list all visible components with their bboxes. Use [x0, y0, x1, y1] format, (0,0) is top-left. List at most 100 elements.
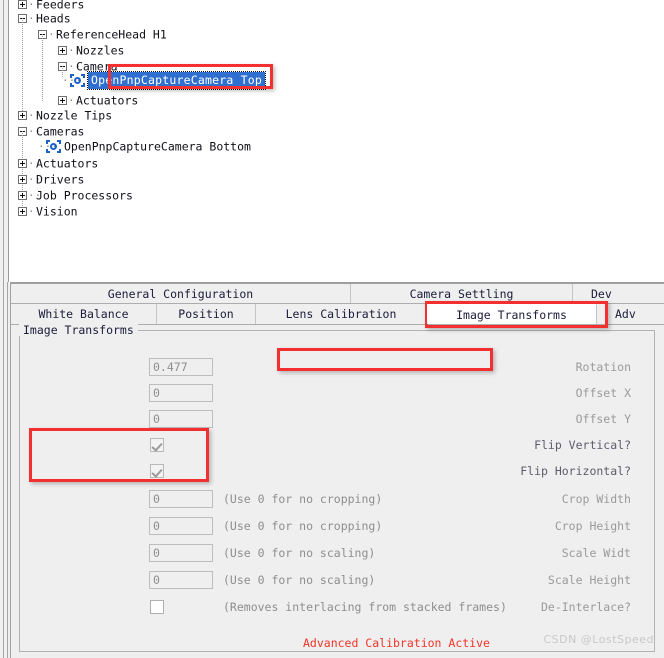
field-row-flip-vertical: Flip Vertical? — [11, 434, 631, 456]
camera-settings-panel: General Configuration Camera Settling De… — [0, 282, 664, 658]
tree-item-label: Heads — [36, 11, 71, 26]
plus-box-icon[interactable] — [18, 207, 27, 216]
field-row-crop-height: Crop Height 0 (Use 0 for no cropping) — [11, 515, 631, 537]
offset-x-input[interactable]: 0 — [149, 384, 213, 402]
field-row-offset-x: Offset X 0 — [11, 382, 631, 404]
crop-width-input[interactable]: 0 — [149, 490, 213, 508]
tab-image-transforms[interactable]: Image Transforms — [427, 304, 597, 324]
tree-connector: ··· — [38, 139, 58, 153]
tab-camera-settling[interactable]: Camera Settling — [351, 284, 573, 303]
tab-device-settings[interactable]: Dev — [573, 284, 664, 303]
tree-connector: ·· — [28, 204, 42, 218]
tree-item-job-processors[interactable]: ··Job Processors — [18, 187, 133, 203]
field-hint: (Use 0 for no scaling) — [223, 573, 376, 587]
tab-white-balance[interactable]: White Balance — [11, 304, 157, 324]
field-label: Offset X — [575, 386, 631, 400]
tab-row-primary[interactable]: General Configuration Camera Settling De… — [11, 284, 664, 304]
scale-width-input[interactable]: 0 — [149, 544, 213, 562]
tab-row-secondary[interactable]: White Balance Position Lens Calibration … — [11, 304, 664, 325]
tab-label: Position — [178, 307, 234, 321]
advanced-calibration-status: Advanced Calibration Active — [303, 636, 490, 650]
tree-connector: ·· — [28, 156, 42, 170]
tree-connector: ··· — [62, 73, 82, 87]
tree-item-cameras[interactable]: ··Cameras — [18, 123, 84, 139]
plus-box-icon[interactable] — [18, 191, 27, 200]
field-row-flip-horizontal: Flip Horizontal? — [11, 460, 631, 482]
tab-label: Image Transforms — [456, 308, 567, 322]
tab-label: Camera Settling — [409, 287, 514, 301]
tree-item-label: Actuators — [36, 156, 99, 171]
field-row-scale-width: Scale Widt 0 (Use 0 for no scaling) — [11, 542, 631, 564]
tree-item-label: Actuators — [76, 93, 139, 108]
tree-item-referencehead-h1[interactable]: ··ReferenceHead H1 — [38, 26, 167, 42]
field-row-offset-y: Offset Y 0 — [11, 408, 631, 430]
groupbox-top-border — [104, 330, 655, 331]
tree-connector: ·· — [28, 11, 42, 25]
field-hint: (Removes interlacing from stacked frames… — [223, 600, 507, 614]
panel-left-rail[interactable] — [0, 282, 10, 658]
tree-connector: ·· — [28, 124, 42, 138]
flip-vertical-checkbox[interactable] — [150, 438, 164, 452]
plus-box-icon[interactable] — [18, 0, 27, 9]
tree-item-vision[interactable]: ··Vision — [18, 203, 78, 219]
plus-box-icon[interactable] — [18, 159, 27, 168]
tree-item-nozzle-tips[interactable]: ··Nozzle Tips — [18, 107, 112, 123]
camera-icon — [70, 74, 85, 87]
field-hint: (Use 0 for no cropping) — [223, 519, 383, 533]
field-row-rotation: Rotation 0.477 — [11, 356, 631, 378]
tree-item-label: OpenPnpCaptureCamera Bottom — [64, 139, 251, 154]
tab-position[interactable]: Position — [157, 304, 256, 324]
plus-box-icon[interactable] — [58, 96, 67, 105]
tree-item-head-actuators[interactable]: ··Actuators — [58, 92, 138, 108]
tab-label: Dev — [591, 287, 612, 301]
plus-box-icon[interactable] — [58, 46, 67, 55]
field-hint: (Use 0 for no cropping) — [223, 492, 383, 506]
tree-body[interactable]: ··Feeders ··Heads ··ReferenceHead H1 ··N… — [10, 0, 664, 282]
tree-item-label: Nozzle Tips — [36, 108, 113, 123]
watermark: CSDN @LostSpeed — [543, 633, 654, 646]
tree-item-nozzles[interactable]: ··Nozzles — [58, 42, 124, 58]
tree-item-label: Cameras — [36, 124, 85, 139]
field-hint: (Use 0 for no scaling) — [223, 546, 376, 560]
configuration-tree-panel[interactable]: ··Feeders ··Heads ··ReferenceHead H1 ··N… — [0, 0, 664, 282]
tree-connector: ·· — [48, 27, 62, 41]
tab-label: General Configuration — [107, 287, 254, 301]
scale-height-input[interactable]: 0 — [149, 571, 213, 589]
tree-item-openpnpcapturecamera-top[interactable]: ··· OpenPnpCaptureCamera Top — [62, 71, 266, 90]
field-label: Crop Width — [561, 492, 631, 506]
field-label: Offset Y — [575, 412, 631, 426]
field-label: De-Interlace? — [540, 600, 631, 614]
tab-label: Adv — [615, 307, 636, 321]
offset-y-input[interactable]: 0 — [149, 410, 213, 428]
crop-height-input[interactable]: 0 — [149, 517, 213, 535]
tree-item-label: OpenPnpCaptureCamera Top — [87, 71, 266, 90]
field-label: Rotation — [575, 360, 631, 374]
tree-item-heads[interactable]: ··Heads — [18, 10, 71, 26]
camera-icon — [46, 140, 61, 153]
rotation-input[interactable]: 0.477 — [149, 358, 213, 376]
tree-connector: ·· — [28, 172, 42, 186]
tree-item-openpnpcapturecamera-bottom[interactable]: ··· OpenPnpCaptureCamera Bottom — [38, 138, 251, 156]
field-row-crop-width: Crop Width 0 (Use 0 for no cropping) — [11, 488, 631, 510]
panel-inner: General Configuration Camera Settling De… — [10, 282, 664, 658]
de-interlace-checkbox[interactable] — [150, 600, 164, 614]
tab-general-configuration[interactable]: General Configuration — [11, 284, 351, 303]
tree-trunk-line — [22, 18, 23, 118]
tree-item-label: Nozzles — [76, 43, 125, 58]
tab-lens-calibration[interactable]: Lens Calibration — [256, 304, 427, 324]
tab-label: Lens Calibration — [285, 307, 397, 321]
plus-box-icon[interactable] — [18, 175, 27, 184]
tree-vertical-scrollbar[interactable] — [0, 0, 9, 282]
tree-connector: ·· — [28, 188, 42, 202]
tab-advanced[interactable]: Adv — [597, 304, 664, 324]
plus-box-icon[interactable] — [18, 111, 27, 120]
field-label: Flip Vertical? — [534, 438, 631, 452]
tree-item-label: ReferenceHead H1 — [56, 27, 167, 42]
tree-item-label: Drivers — [36, 172, 85, 187]
tree-connector: ·· — [28, 108, 42, 122]
field-label: Scale Height — [547, 573, 631, 587]
flip-horizontal-checkbox[interactable] — [150, 464, 164, 478]
tree-connector: ·· — [68, 43, 82, 57]
tree-item-drivers[interactable]: ··Drivers — [18, 171, 84, 187]
tree-item-actuators[interactable]: ··Actuators — [18, 155, 98, 171]
